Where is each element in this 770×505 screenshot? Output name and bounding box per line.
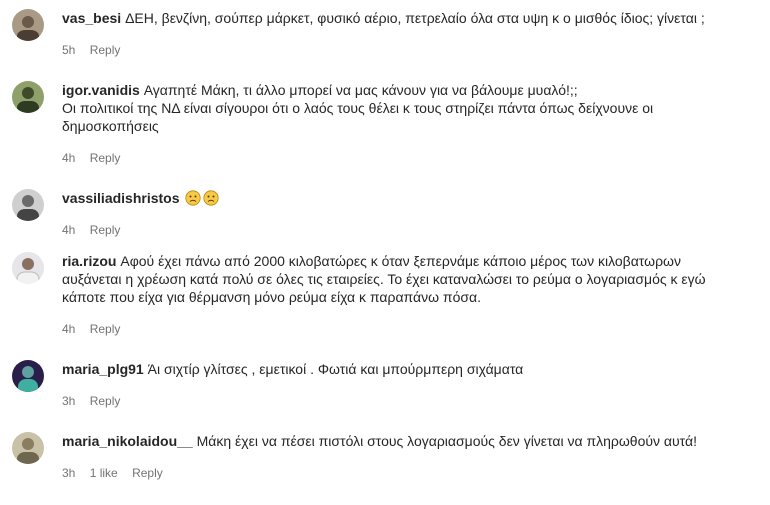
avatar[interactable]: [12, 9, 44, 41]
comment-username[interactable]: maria_plg91: [62, 361, 144, 377]
avatar[interactable]: [12, 360, 44, 392]
like-count[interactable]: 1 like: [90, 466, 118, 480]
comment-username[interactable]: vassiliadishristos: [62, 190, 180, 206]
avatar[interactable]: [12, 252, 44, 284]
comment-text: ΔΕΗ, βενζίνη, σούπερ μάρκετ, φυσικό αέρι…: [125, 10, 705, 26]
sad-face-icon: [203, 190, 220, 206]
comment-text-line: Οι πολιτικοί της ΝΔ είναι σίγουροι ότι ο…: [62, 100, 654, 116]
comment-text: Αφού έχει πάνω από 2000 κιλοβατώρες κ ότ…: [120, 253, 681, 269]
avatar[interactable]: [12, 432, 44, 464]
comment-text: Μάκη έχει να πέσει πιστόλι στους λογαρια…: [196, 433, 697, 449]
reply-button[interactable]: Reply: [90, 223, 121, 237]
avatar[interactable]: [12, 81, 44, 113]
sad-face-icon: [185, 190, 202, 206]
avatar[interactable]: [12, 189, 44, 221]
reply-button[interactable]: Reply: [90, 151, 121, 165]
reply-button[interactable]: Reply: [132, 466, 163, 480]
comment-text-line: δημοσκοπήσεις: [62, 118, 159, 134]
reply-button[interactable]: Reply: [90, 43, 121, 57]
comment-username[interactable]: vas_besi: [62, 10, 121, 26]
comment-username[interactable]: ria.rizou: [62, 253, 116, 269]
comment-text: Αγαπητέ Μάκη, τι άλλο μπορεί να μας κάνο…: [143, 82, 578, 98]
comment-time[interactable]: 3h: [62, 466, 75, 480]
comment-time[interactable]: 3h: [62, 394, 75, 408]
comment-time[interactable]: 4h: [62, 322, 75, 336]
comment-time[interactable]: 4h: [62, 151, 75, 165]
comment-username[interactable]: maria_nikolaidou__: [62, 433, 193, 449]
reply-button[interactable]: Reply: [90, 322, 121, 336]
comment-username[interactable]: igor.vanidis: [62, 82, 140, 98]
reply-button[interactable]: Reply: [90, 394, 121, 408]
comment-text-line: αυξάνεται η χρέωση κατά πολύ σε όλες τις…: [62, 271, 706, 287]
comment-time[interactable]: 5h: [62, 43, 75, 57]
comment-text: Άι σιχτίρ γλίτσες , εμετικοί . Φωτιά και…: [147, 361, 524, 377]
comment-time[interactable]: 4h: [62, 223, 75, 237]
comment-text-line: κάποτε που είχα για θέρμανση μόνο ρεύμα …: [62, 289, 481, 305]
